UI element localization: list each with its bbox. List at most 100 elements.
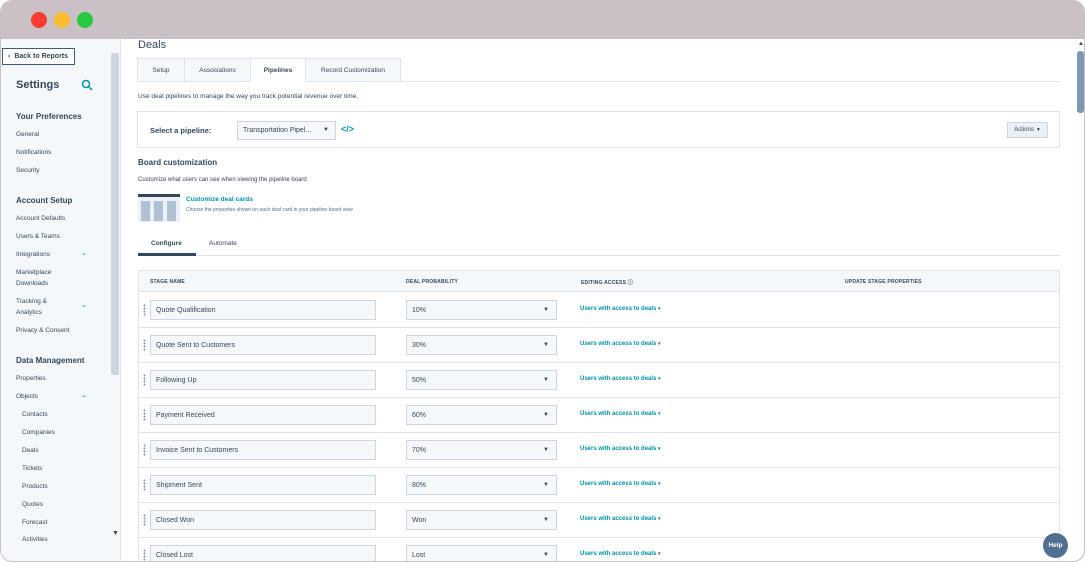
editing-access-dropdown[interactable]: Users with access to deals ▾ <box>580 446 661 452</box>
drag-handle-icon[interactable] <box>143 374 146 386</box>
sidebar-item-users-teams[interactable]: Users & Teams <box>16 231 60 242</box>
scrollbar-thumb[interactable] <box>1077 51 1084 113</box>
sidebar-item-tickets[interactable]: Tickets <box>22 463 42 474</box>
stage-name-input[interactable]: Shipment Sent <box>150 475 376 495</box>
deal-probability-select[interactable]: 50% ▼ <box>406 370 557 390</box>
col-stage-name: STAGE NAME <box>150 279 185 285</box>
table-header: STAGE NAME DEAL PROBABILITY EDITING ACCE… <box>139 271 1059 292</box>
deal-card-preview-image <box>138 194 180 222</box>
stage-name-input[interactable]: Payment Received <box>150 405 376 425</box>
sidebar-item-account-defaults[interactable]: Account Defaults <box>16 213 65 224</box>
caret-down-icon: ▼ <box>323 127 329 133</box>
scrollbar-thumb[interactable] <box>111 53 119 375</box>
deal-probability-select[interactable]: 60% ▼ <box>406 405 557 425</box>
sidebar-item-products[interactable]: Products <box>22 481 48 492</box>
editing-access-dropdown[interactable]: Users with access to deals ▾ <box>580 411 661 417</box>
pipeline-label: Select a pipeline: <box>150 126 212 135</box>
sidebar-item-quotes[interactable]: Quotes <box>22 499 43 510</box>
sidebar-item-notifications[interactable]: Notifications <box>16 147 51 158</box>
table-row: Shipment Sent 80% ▼ Users with access to de… <box>139 468 1059 503</box>
sidebar-item-contacts[interactable]: Contacts <box>22 409 48 420</box>
tab-pipelines[interactable]: Pipelines <box>250 58 305 82</box>
deal-probability-select[interactable]: 80% ▼ <box>406 475 557 495</box>
caret-down-icon: ▾ <box>658 551 661 557</box>
embed-code-icon[interactable]: </> <box>341 124 354 134</box>
pipeline-select[interactable]: Transportation Pipel... ▼ <box>237 121 336 140</box>
table-row: Payment Received 60% ▼ Users with access to… <box>139 398 1059 433</box>
tab-automate[interactable]: Automate <box>209 240 237 247</box>
back-to-reports-button[interactable]: ‹ Back to Reports <box>2 48 75 65</box>
sidebar-item-security[interactable]: Security <box>16 165 39 176</box>
minimize-window-button[interactable] <box>54 12 70 28</box>
stage-name-input[interactable]: Following Up <box>150 370 376 390</box>
deal-probability-select[interactable]: 30% ▼ <box>406 335 557 355</box>
caret-down-icon: ▼ <box>543 552 549 558</box>
tab-record-customization[interactable]: Record Customization <box>305 58 401 82</box>
sidebar-item-general[interactable]: General <box>16 129 39 140</box>
stage-name-input[interactable]: Invoice Sent to Customers <box>150 440 376 460</box>
sidebar-item-marketplace[interactable]: Marketplace <box>16 267 51 278</box>
sidebar-item-tracking-line2[interactable]: Analytics <box>16 307 42 318</box>
chevron-down-icon[interactable]: ⌄ <box>81 391 87 399</box>
scroll-down-arrow-icon[interactable]: ▼ <box>112 530 119 537</box>
drag-handle-icon[interactable] <box>143 444 146 456</box>
main-scrollbar[interactable]: ▲ <box>1076 39 1084 561</box>
editing-access-dropdown[interactable]: Users with access to deals ▾ <box>580 481 661 487</box>
actions-dropdown-button[interactable]: Actions ▼ <box>1007 122 1048 138</box>
sidebar-item-forecast[interactable]: Forecast <box>22 517 47 528</box>
drag-handle-icon[interactable] <box>143 304 146 316</box>
deal-probability-select[interactable]: 70% ▼ <box>406 440 557 460</box>
stage-name-input[interactable]: Closed Lost <box>150 545 376 561</box>
editing-access-dropdown[interactable]: Users with access to deals ▾ <box>580 551 661 557</box>
sidebar-item-integrations[interactable]: Integrations <box>16 249 50 260</box>
editing-access-dropdown[interactable]: Users with access to deals ▾ <box>580 341 661 347</box>
drag-handle-icon[interactable] <box>143 479 146 491</box>
tab-configure[interactable]: Configure <box>151 240 182 247</box>
sidebar-item-properties[interactable]: Properties <box>16 373 46 384</box>
configure-automate-tabs: Configure Automate <box>138 236 1060 256</box>
drag-handle-icon[interactable] <box>143 409 146 421</box>
chevron-down-icon[interactable]: ⌄ <box>81 301 87 309</box>
deal-probability-select[interactable]: 10% ▼ <box>406 300 557 320</box>
close-window-button[interactable] <box>31 12 47 28</box>
section-data-management: Data Management <box>16 356 85 365</box>
stage-name-input[interactable]: Closed Won <box>150 510 376 530</box>
deal-probability-select[interactable]: Won ▼ <box>406 510 557 530</box>
chevron-down-icon[interactable]: ⌄ <box>81 249 87 257</box>
editing-access-dropdown[interactable]: Users with access to deals ▾ <box>580 516 661 522</box>
scroll-up-arrow-icon[interactable]: ▲ <box>1078 41 1084 47</box>
help-button[interactable]: Help <box>1043 533 1068 558</box>
main-content: Deals Setup Associations Pipelines Recor… <box>122 39 1074 561</box>
sidebar-title: Settings <box>16 79 60 91</box>
sidebar-item-objects[interactable]: Objects <box>16 391 38 402</box>
stage-name-input[interactable]: Quote Qualification <box>150 300 376 320</box>
table-row: Invoice Sent to Customers 70% ▼ Users with … <box>139 433 1059 468</box>
drag-handle-icon[interactable] <box>143 339 146 351</box>
deal-probability-select[interactable]: Lost ▼ <box>406 545 557 561</box>
editing-access-dropdown[interactable]: Users with access to deals ▾ <box>580 376 661 382</box>
tab-setup[interactable]: Setup <box>137 58 184 82</box>
maximize-window-button[interactable] <box>77 12 93 28</box>
stage-name-input[interactable]: Quote Sent to Customers <box>150 335 376 355</box>
caret-down-icon: ▾ <box>658 341 661 347</box>
app-window: ‹ Back to Reports Settings Your Preferen… <box>0 0 1085 562</box>
sidebar-item-tracking[interactable]: Tracking & <box>16 296 47 307</box>
editing-access-dropdown[interactable]: Users with access to deals ▾ <box>580 306 661 312</box>
caret-down-icon: ▾ <box>658 411 661 417</box>
sidebar-item-privacy[interactable]: Privacy & Consent <box>16 325 69 336</box>
customize-deal-cards-link[interactable]: Customize deal cards <box>186 196 253 203</box>
table-row: Closed Won Won ▼ Users with access to deals… <box>139 503 1059 538</box>
sidebar-item-companies[interactable]: Companies <box>22 427 55 438</box>
drag-handle-icon[interactable] <box>143 514 146 526</box>
sidebar-item-marketplace-line2[interactable]: Downloads <box>16 278 48 289</box>
sidebar-scrollbar[interactable]: ▼ <box>111 45 119 537</box>
drag-handle-icon[interactable] <box>143 549 146 561</box>
search-icon[interactable] <box>81 79 93 91</box>
info-icon[interactable]: ⓘ <box>628 280 633 286</box>
caret-down-icon: ▼ <box>543 307 549 313</box>
sidebar-item-activities[interactable]: Activities <box>22 534 48 545</box>
settings-tabs: Setup Associations Pipelines Record Cust… <box>137 58 401 82</box>
tab-associations[interactable]: Associations <box>184 58 250 82</box>
sidebar-item-deals[interactable]: Deals <box>22 445 39 456</box>
caret-down-icon: ▼ <box>543 412 549 418</box>
